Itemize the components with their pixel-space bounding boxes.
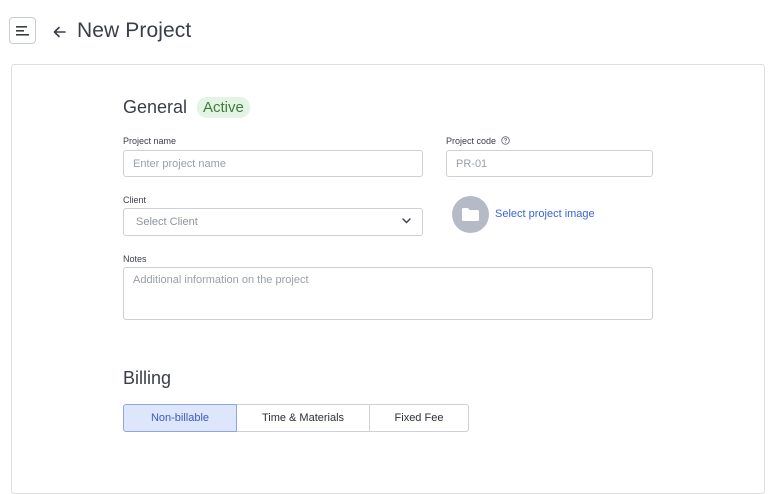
project-code-input[interactable] (446, 150, 653, 177)
project-code-label: Project code (446, 136, 510, 147)
menu-button[interactable] (9, 17, 36, 44)
menu-lines-icon (16, 25, 29, 36)
billing-section-title: Billing (123, 368, 172, 388)
folder-icon (462, 208, 479, 221)
billing-option-time-materials[interactable]: Time & Materials (236, 404, 370, 432)
status-badge: Active (197, 97, 250, 118)
chevron-down-icon (402, 218, 411, 224)
project-name-input[interactable] (123, 150, 423, 177)
back-button[interactable] (51, 23, 67, 41)
select-project-image-link[interactable]: Select project image (495, 208, 595, 220)
general-section-title: General (123, 97, 188, 117)
billing-option-non-billable[interactable]: Non-billable (123, 404, 237, 432)
billing-option-fixed-fee[interactable]: Fixed Fee (369, 404, 469, 432)
notes-label: Notes (123, 254, 147, 264)
notes-textarea[interactable] (123, 267, 653, 320)
client-select-value: Select Client (136, 216, 198, 228)
project-code-label-text: Project code (446, 136, 497, 146)
client-label: Client (123, 195, 147, 205)
page-title: New Project (77, 19, 192, 42)
billing-type-toggle: Non-billable Time & Materials Fixed Fee (123, 404, 469, 432)
project-image-button[interactable] (452, 196, 489, 233)
arrow-left-icon (53, 26, 66, 38)
top-bar: New Project (0, 0, 776, 64)
client-select[interactable]: Select Client (123, 208, 423, 236)
question-circle-icon[interactable] (500, 136, 510, 147)
project-name-label: Project name (123, 136, 177, 146)
